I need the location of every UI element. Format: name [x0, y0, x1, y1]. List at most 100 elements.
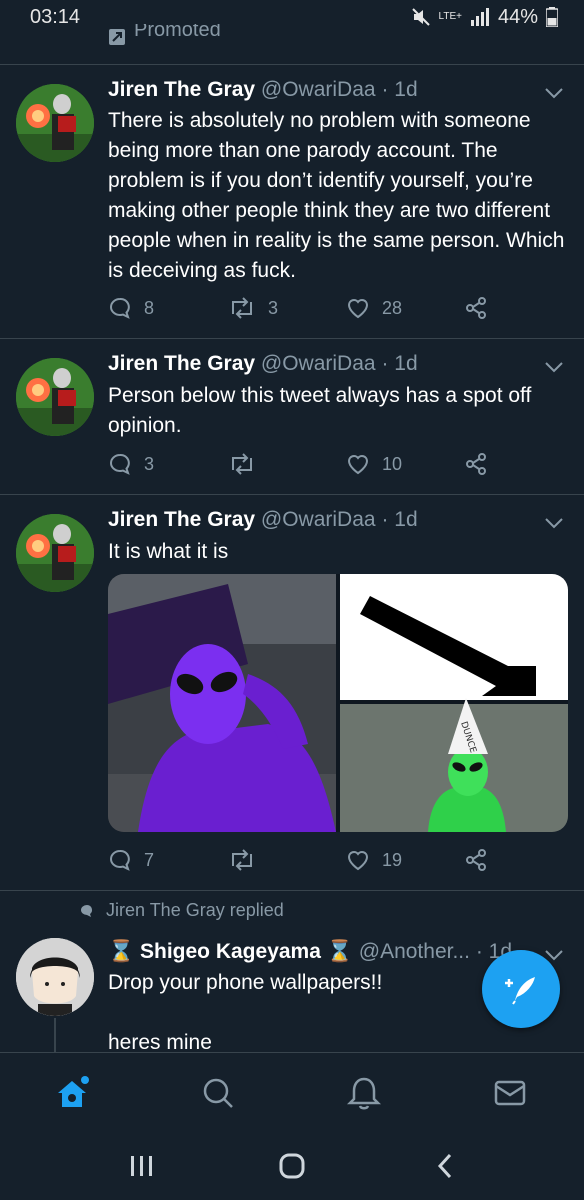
reply-count: 3 — [144, 453, 155, 474]
home-system-button[interactable] — [272, 1150, 312, 1182]
like-button[interactable]: 19 — [346, 848, 402, 872]
nav-messages[interactable] — [490, 1073, 530, 1113]
nav-home[interactable] — [52, 1073, 92, 1113]
thread-line — [54, 1018, 56, 1052]
timestamp[interactable]: 1d — [394, 352, 417, 375]
separator: · — [381, 508, 389, 531]
tweet-header: Jiren The Gray @OwariDaa · 1d — [108, 508, 418, 532]
status-icons: LTE+ 44% — [411, 6, 558, 29]
divider — [0, 494, 584, 495]
battery-icon — [546, 7, 558, 27]
tweet-header: Jiren The Gray @OwariDaa · 1d — [108, 78, 418, 102]
hourglass-icon: ⌛ — [326, 940, 353, 963]
share-button[interactable] — [464, 296, 488, 320]
timestamp[interactable]: 1d — [394, 508, 417, 531]
divider — [0, 338, 584, 339]
tweet-header: ⌛ Shigeo Kageyama ⌛ @Another... · 1d — [108, 940, 512, 964]
like-count: 28 — [382, 297, 403, 318]
mute-icon — [411, 8, 430, 26]
home-icon — [58, 1076, 89, 1107]
display-name[interactable]: Jiren The Gray — [108, 78, 255, 101]
reply-count: 8 — [144, 297, 155, 318]
network-type: LTE+ — [438, 11, 462, 22]
retweet-icon — [232, 453, 252, 475]
tweet-actions: 3 10 — [108, 452, 508, 482]
bell-icon — [346, 1077, 382, 1110]
avatar[interactable] — [16, 358, 94, 436]
back-button[interactable] — [426, 1150, 466, 1182]
divider — [0, 64, 584, 65]
share-icon — [466, 297, 486, 319]
like-count: 10 — [382, 453, 403, 474]
reply-button[interactable]: 7 — [108, 848, 154, 872]
heart-icon — [347, 299, 369, 319]
home-circle-icon — [279, 1153, 305, 1179]
replied-context[interactable]: Jiren The Gray replied — [80, 900, 284, 921]
share-button[interactable] — [464, 848, 488, 872]
status-time: 03:14 — [30, 5, 81, 28]
retweet-button[interactable]: 3 — [228, 296, 278, 320]
chevron-down-icon[interactable] — [544, 516, 564, 530]
display-name[interactable]: Jiren The Gray — [108, 352, 255, 375]
like-button[interactable]: 10 — [346, 452, 402, 476]
timestamp[interactable]: 1d — [394, 78, 417, 101]
tweet-header: Jiren The Gray @OwariDaa · 1d — [108, 352, 418, 376]
heart-icon — [347, 455, 369, 475]
handle[interactable]: @OwariDaa — [261, 352, 376, 375]
display-name[interactable]: Jiren The Gray — [108, 508, 255, 531]
avatar[interactable] — [16, 938, 94, 1016]
compose-button[interactable] — [482, 950, 560, 1028]
nav-search[interactable] — [198, 1073, 238, 1113]
bottom-nav — [0, 1052, 584, 1133]
reply-icon — [110, 453, 130, 475]
separator: · — [475, 940, 483, 963]
divider — [0, 890, 584, 891]
search-icon — [203, 1078, 233, 1108]
media-image-dunce[interactable]: DUNCE — [340, 698, 568, 832]
share-button[interactable] — [464, 452, 488, 476]
tweet-media-grid[interactable]: DUNCE — [108, 574, 568, 832]
replied-label: Jiren The Gray replied — [106, 900, 284, 920]
reply-button[interactable]: 8 — [108, 296, 154, 320]
system-nav — [0, 1132, 584, 1200]
like-count: 19 — [382, 849, 403, 870]
battery-percent: 44% — [497, 5, 538, 28]
reply-count: 7 — [144, 849, 155, 870]
reply-button[interactable]: 3 — [108, 452, 154, 476]
reply-icon — [110, 849, 130, 871]
promoted-icon — [109, 29, 125, 45]
like-button[interactable]: 28 — [346, 296, 402, 320]
handle[interactable]: @OwariDaa — [261, 508, 376, 531]
recent-apps-button[interactable] — [122, 1150, 162, 1182]
nav-notifications[interactable] — [344, 1073, 384, 1113]
handle[interactable]: @OwariDaa — [261, 78, 376, 101]
mail-icon — [494, 1080, 526, 1106]
retweet-icon — [232, 849, 252, 871]
retweet-button[interactable] — [228, 452, 256, 476]
status-bar: 03:14 LTE+ 44% — [0, 0, 584, 34]
handle[interactable]: @Another... — [359, 940, 470, 963]
avatar[interactable] — [16, 84, 94, 162]
reply-icon — [110, 297, 130, 319]
speech-bubble-icon — [81, 904, 92, 917]
heart-icon — [347, 851, 369, 871]
media-image-alien[interactable] — [108, 574, 336, 832]
tweet-text: There is absolutely no problem with some… — [108, 109, 565, 282]
promoted-label: Promoted — [108, 24, 221, 46]
signal-icon — [470, 8, 489, 26]
hourglass-icon: ⌛ — [108, 940, 135, 963]
chevron-down-icon[interactable] — [544, 86, 564, 100]
tweet-actions: 8 3 28 — [108, 296, 508, 326]
tweet-text: Person below this tweet always has a spo… — [108, 384, 532, 437]
retweet-count: 3 — [268, 297, 279, 318]
avatar[interactable] — [16, 514, 94, 592]
share-icon — [466, 849, 486, 871]
media-image-arrow[interactable] — [340, 574, 568, 700]
chevron-down-icon[interactable] — [544, 360, 564, 374]
separator: · — [381, 352, 389, 375]
display-name[interactable]: Shigeo Kageyama — [140, 940, 321, 963]
compose-icon — [505, 977, 535, 1005]
separator: · — [381, 78, 389, 101]
retweet-button[interactable] — [228, 848, 256, 872]
retweet-icon — [232, 297, 252, 319]
